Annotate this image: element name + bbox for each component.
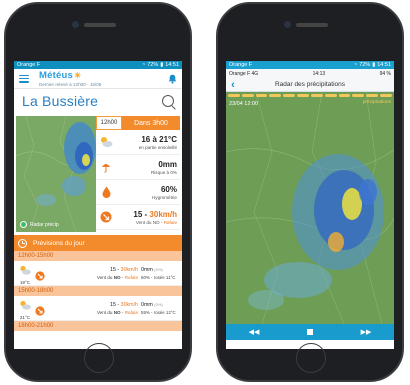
rain-risk: Risque à 0% [150, 169, 177, 175]
nav-bar: ‹ Radar des précipitations [226, 78, 394, 92]
back-chevron-icon[interactable]: ‹ [226, 78, 240, 92]
humidity-value: 60% [160, 184, 177, 194]
slot-temp: 19°C [19, 279, 31, 285]
camera-dot [72, 21, 79, 28]
wind-card: 15 - 30km/h Vent du NO - Rafale [96, 205, 180, 230]
home-button[interactable] [296, 343, 326, 373]
last-update-label: Dernier relevé à 12h00 - 15/05 [39, 82, 102, 87]
forecast-slot[interactable]: 12h00-15h00 19°C 15 - 30km/h Vent du NO … [14, 251, 182, 286]
camera-dot [284, 21, 291, 28]
speaker-grille [84, 23, 116, 27]
slot-wind-dir: Vent du NO - Rafale [96, 309, 138, 315]
forecast-slot[interactable]: 15h00-18h00 21°C 15 - 30km/h Vent du NO … [14, 286, 182, 321]
tab-now[interactable]: 12h00 [96, 116, 122, 130]
slot-weather: 19°C [17, 262, 33, 285]
slot-time: 15h00-18h00 [14, 286, 182, 296]
hour-tabs: 12h00 Dans 3h00 [96, 116, 180, 130]
radar-timestamp: 23/04 12:00 [229, 101, 259, 107]
humidity-card: 60% Hygrométrie [96, 180, 180, 205]
precip-legend-label: précipitations [362, 100, 391, 105]
search-icon[interactable] [162, 95, 174, 107]
sky-description: en partie ensoleillé [138, 144, 177, 150]
battery-percent: 72% [359, 62, 371, 68]
battery-icon: ▮ [372, 62, 376, 68]
slot-time: 12h00-15h00 [14, 251, 182, 261]
phone-right: Orange F ◔ 72% ▮ 14:51 Orange F 4G 14:13… [216, 2, 404, 382]
radar-precip-label: Radar précip [30, 221, 59, 228]
clock: 14:51 [165, 62, 179, 68]
umbrella-icon [99, 160, 113, 174]
forecast-title: Prévisions du jour [33, 239, 85, 247]
radar-thumbnail[interactable]: Radar précip [16, 116, 96, 232]
wind-direction-icon [99, 210, 113, 224]
wind-direction-icon [35, 303, 45, 316]
clock: 14:13 [312, 70, 326, 77]
clock-icon [18, 238, 27, 248]
city-name: La Bussière [22, 93, 99, 109]
status-bar: Orange F ◔ 72% ▮ 14:51 [226, 61, 394, 69]
partly-sunny-icon [20, 265, 31, 275]
slot-details: 19°C 15 - 30km/h Vent du NO - Rafale 0mm… [14, 261, 182, 286]
slot-wind: 15 - 30km/h [110, 266, 138, 273]
stop-button[interactable] [301, 326, 319, 338]
conditions-cards: 12h00 Dans 3h00 16 à 21°C en partie enso… [96, 116, 180, 232]
tab-next[interactable]: Dans 3h00 [122, 116, 180, 130]
playback-toolbar: ◀◀ ▶▶ [226, 324, 394, 340]
radar-map[interactable]: 23/04 12:00 précipitations [226, 92, 394, 324]
page-title: Radar des précipitations [274, 81, 346, 88]
temperature-card: 16 à 21°C en partie ensoleillé [96, 130, 180, 155]
timeline-scrubber[interactable] [228, 94, 392, 98]
phone-left: Orange F ◔ 72% ▮ 14:51 Météus ☀ Dernier r… [4, 2, 192, 382]
slot-wind: 15 - 30km/h [110, 301, 138, 308]
slot-wind-dir: Vent du NO - Rafale [96, 274, 138, 280]
carrier-label: Orange F [229, 62, 253, 68]
slot-precip: 0mm (0%) [141, 301, 163, 308]
radar-screen: Orange F ◔ 72% ▮ 14:51 Orange F 4G 14:13… [226, 61, 394, 349]
slot-humidity: 55% - rosée 12°C [141, 309, 176, 315]
brand-block: Météus ☀ Dernier relevé à 12h00 - 15/05 [39, 70, 167, 87]
rain-card: 0mm Risque à 0% [96, 155, 180, 180]
carrier-label: Orange F [17, 62, 41, 68]
battery-icon: ▮ [160, 62, 164, 68]
temperature-range: 16 à 21°C [141, 134, 177, 144]
wind-speed: 15 - 30km/h [133, 209, 177, 219]
radar-icon [20, 221, 27, 228]
partly-sunny-icon [20, 300, 31, 310]
wifi-icon: ◔ [353, 62, 358, 68]
carrier-network: Orange F 4G [229, 70, 259, 77]
home-button[interactable] [84, 343, 114, 373]
city-row: La Bussière [14, 89, 182, 113]
menu-icon[interactable] [19, 74, 29, 83]
current-conditions-panel: Radar précip 12h00 Dans 3h00 16 à 21°C e… [14, 116, 182, 232]
humidity-label: Hygrométrie [151, 194, 177, 200]
wind-direction: Vent du NO - Rafale [135, 219, 177, 225]
drop-icon [99, 185, 113, 199]
fast-forward-icon[interactable]: ▶▶ [357, 326, 375, 338]
secondary-status-bar: Orange F 4G 14:13 94 % [226, 69, 394, 78]
speaker-grille [296, 23, 328, 27]
battery-percent: 94 % [379, 70, 391, 77]
slot-temp: 21°C [19, 314, 31, 320]
app-header: Météus ☀ Dernier relevé à 12h00 - 15/05 [14, 69, 182, 89]
rewind-icon[interactable]: ◀◀ [245, 326, 263, 338]
bell-icon[interactable] [167, 74, 177, 84]
slot-humidity: 60% - rosée 11°C [141, 274, 176, 280]
slot-precip: 0mm (0%) [141, 266, 163, 273]
wifi-icon: ◔ [141, 62, 146, 68]
radar-precip-link[interactable]: Radar précip [20, 221, 59, 228]
app-logo: Météus ☀ [39, 70, 82, 81]
slot-weather: 21°C [17, 297, 33, 320]
battery-percent: 72% [147, 62, 159, 68]
partly-sunny-icon [99, 135, 113, 149]
screenshot-stage: Orange F ◔ 72% ▮ 14:51 Météus ☀ Dernier r… [0, 0, 410, 385]
slot-time-next[interactable]: 18h00-21h00 [14, 321, 182, 331]
status-bar: Orange F ◔ 72% ▮ 14:51 [14, 61, 182, 69]
wind-direction-icon [35, 268, 45, 281]
weather-screen: Orange F ◔ 72% ▮ 14:51 Météus ☀ Dernier r… [14, 61, 182, 349]
sun-logo-icon: ☀ [73, 71, 82, 80]
clock: 14:51 [377, 62, 391, 68]
slot-details: 21°C 15 - 30km/h Vent du NO - Rafale 0mm… [14, 296, 182, 321]
forecast-header[interactable]: Prévisions du jour [14, 235, 182, 251]
rain-amount: 0mm [158, 159, 177, 169]
